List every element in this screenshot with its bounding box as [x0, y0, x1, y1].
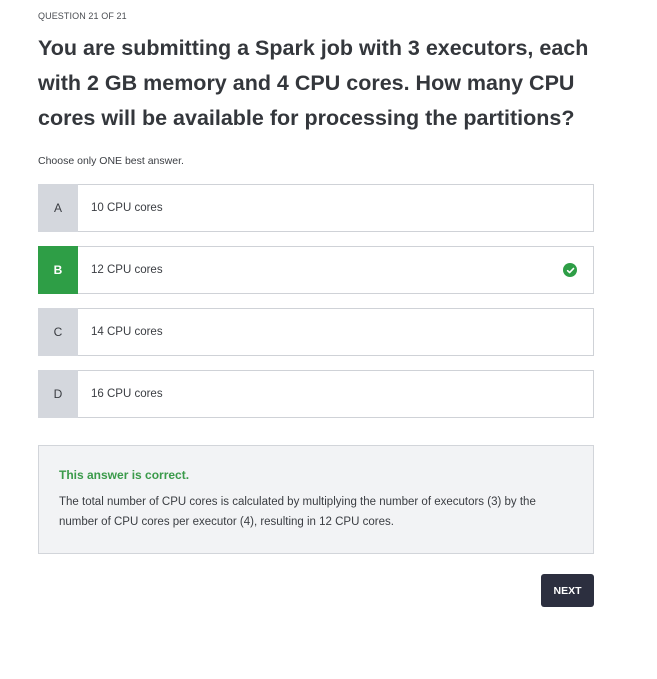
- answer-options: A 10 CPU cores B 12 CPU cores C 14 CPU c…: [38, 184, 594, 432]
- option-letter: D: [38, 370, 78, 418]
- option-a[interactable]: A 10 CPU cores: [38, 184, 594, 232]
- feedback-explanation: The total number of CPU cores is calcula…: [59, 496, 536, 528]
- option-label: 10 CPU cores: [91, 202, 163, 214]
- option-b[interactable]: B 12 CPU cores: [38, 246, 594, 294]
- question-text: You are submitting a Spark job with 3 ex…: [38, 36, 589, 130]
- option-c[interactable]: C 14 CPU cores: [38, 308, 594, 356]
- answer-instruction: Choose only ONE best answer.: [38, 155, 184, 167]
- option-letter: C: [38, 308, 78, 356]
- check-circle-icon: [563, 263, 577, 277]
- option-label: 12 CPU cores: [91, 264, 163, 276]
- option-letter: A: [38, 184, 78, 232]
- option-letter: B: [38, 246, 78, 294]
- option-label: 16 CPU cores: [91, 388, 163, 400]
- question-counter: QUESTION 21 OF 21: [38, 11, 127, 21]
- quiz-page: QUESTION 21 OF 21 You are submitting a S…: [0, 0, 657, 679]
- next-button[interactable]: NEXT: [541, 574, 594, 607]
- feedback-status: This answer is correct.: [59, 468, 190, 482]
- option-label: 14 CPU cores: [91, 326, 163, 338]
- feedback-panel: This answer is correct. The total number…: [38, 445, 594, 554]
- option-d[interactable]: D 16 CPU cores: [38, 370, 594, 418]
